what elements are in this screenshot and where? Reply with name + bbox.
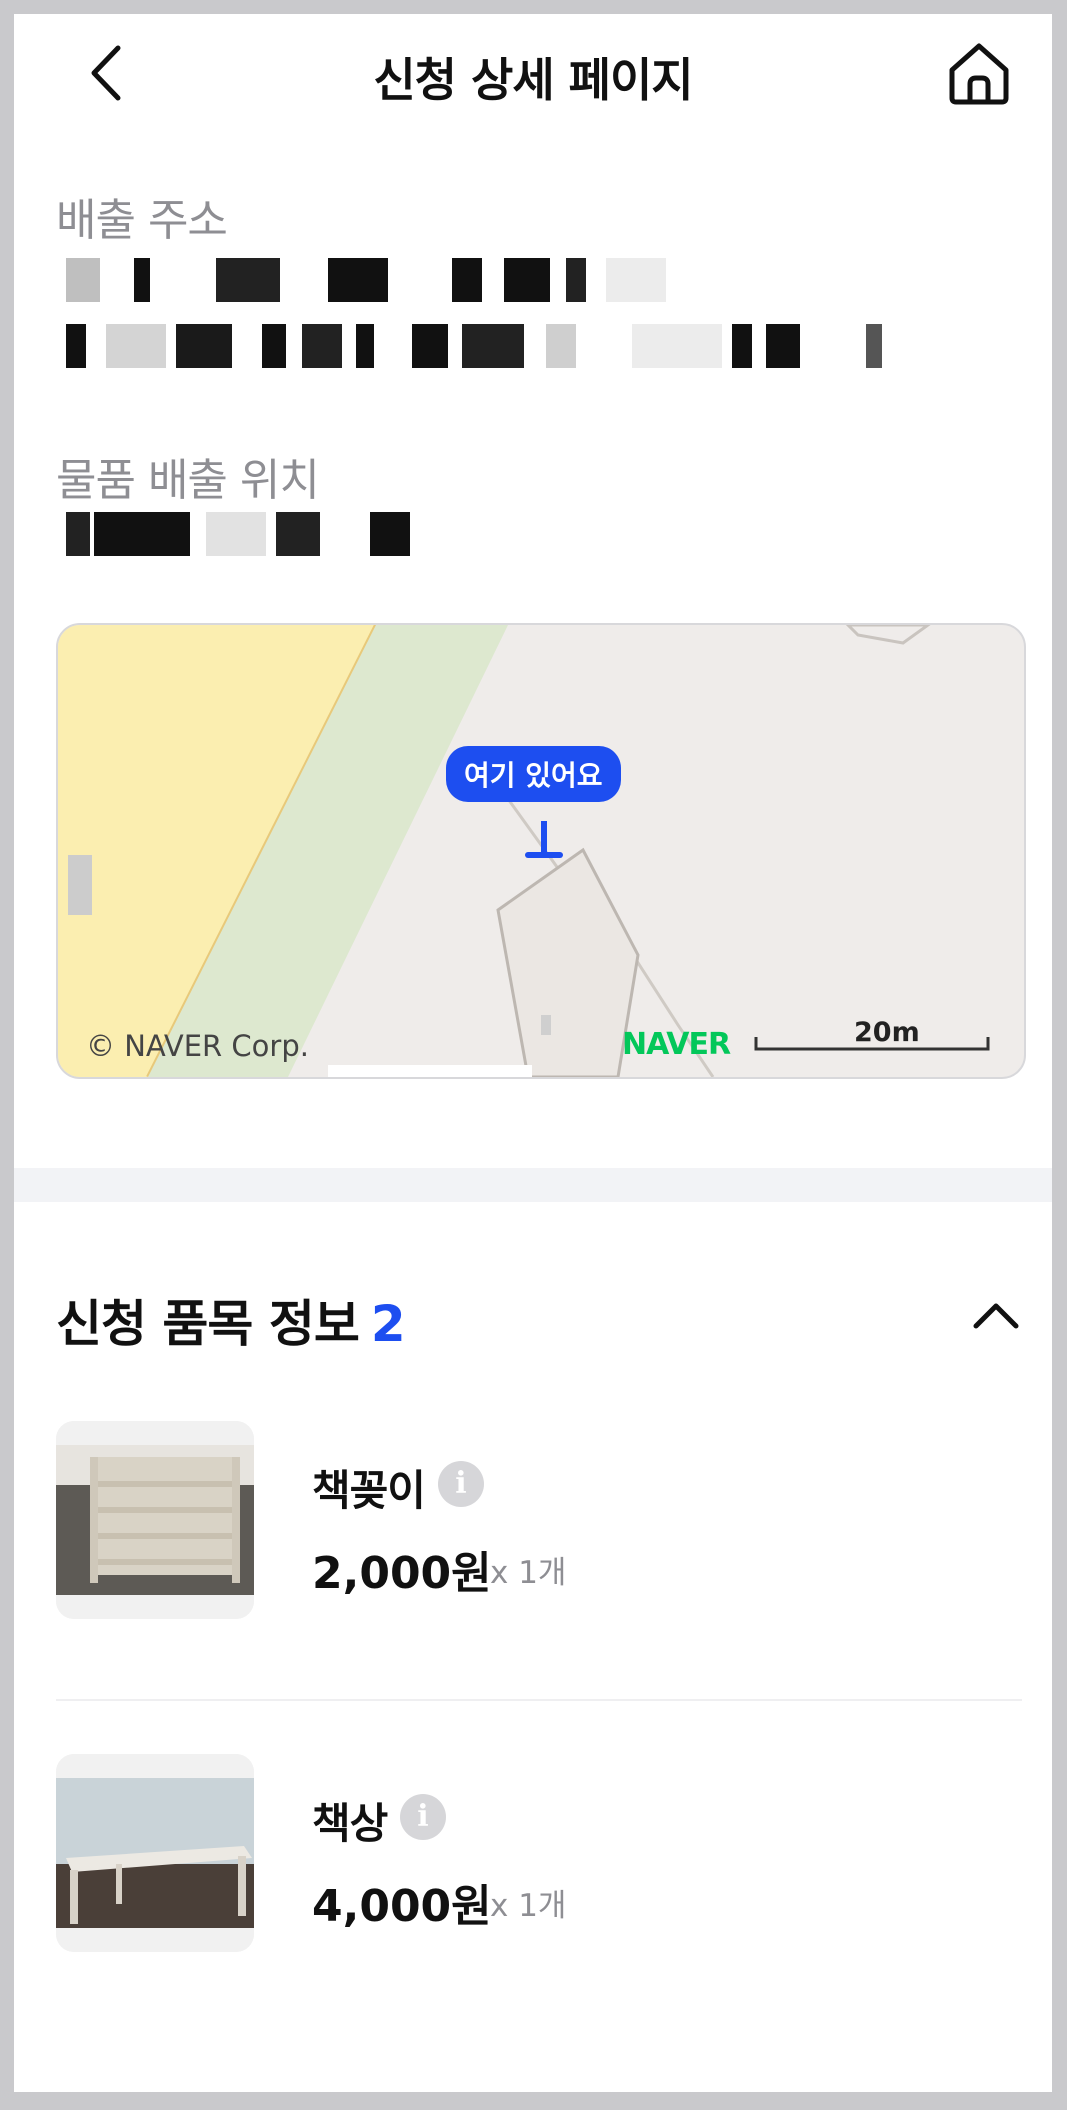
location-pin-label: 여기 있어요: [446, 746, 621, 802]
section-divider: [14, 1168, 1052, 1202]
item-price: 4,000원: [312, 1881, 492, 1932]
item-quantity: x 1개: [490, 1888, 567, 1924]
item-quantity: x 1개: [490, 1555, 567, 1591]
items-count: 2: [370, 1295, 406, 1353]
item-thumbnail: [56, 1421, 254, 1619]
address-label: 배출 주소: [56, 195, 228, 246]
location-label: 물품 배출 위치: [56, 455, 320, 506]
items-title-text: 신청 품목 정보: [56, 1295, 360, 1353]
address-line-2-redacted: [66, 324, 906, 368]
item-thumbnail: [56, 1754, 254, 1952]
collapse-button[interactable]: [966, 1284, 1026, 1344]
map-scale-label: 20m: [854, 1017, 920, 1048]
location-detail-redacted: [66, 512, 416, 556]
list-divider: [56, 1699, 1022, 1701]
home-icon: [949, 43, 1009, 105]
screen: 신청 상세 페이지 배출 주소 물품 배출 위치 여기 있어요 © NAVER …: [14, 14, 1052, 2092]
page-title: 신청 상세 페이지: [373, 53, 693, 107]
list-item[interactable]: 책꽂이 i 2,000원 x 1개: [56, 1421, 1022, 1621]
list-item[interactable]: 책상 i 4,000원 x 1개: [56, 1754, 1022, 1954]
info-icon[interactable]: i: [438, 1461, 484, 1507]
naver-logo: NAVER: [622, 1027, 731, 1062]
info-icon[interactable]: i: [400, 1794, 446, 1840]
map-view[interactable]: 여기 있어요 © NAVER Corp. NAVER 20m: [56, 623, 1026, 1079]
app-header: 신청 상세 페이지: [14, 14, 1052, 126]
item-name: 책상: [312, 1799, 388, 1848]
chevron-up-icon: [973, 1303, 1019, 1329]
items-section-title: 신청 품목 정보 2: [56, 1284, 406, 1356]
home-button[interactable]: [944, 38, 1014, 108]
map-copyright: © NAVER Corp.: [86, 1029, 309, 1063]
item-price: 2,000원: [312, 1548, 492, 1599]
map-canvas: [58, 625, 990, 1077]
address-line-1-redacted: [66, 258, 666, 302]
item-name: 책꽂이: [312, 1466, 426, 1515]
